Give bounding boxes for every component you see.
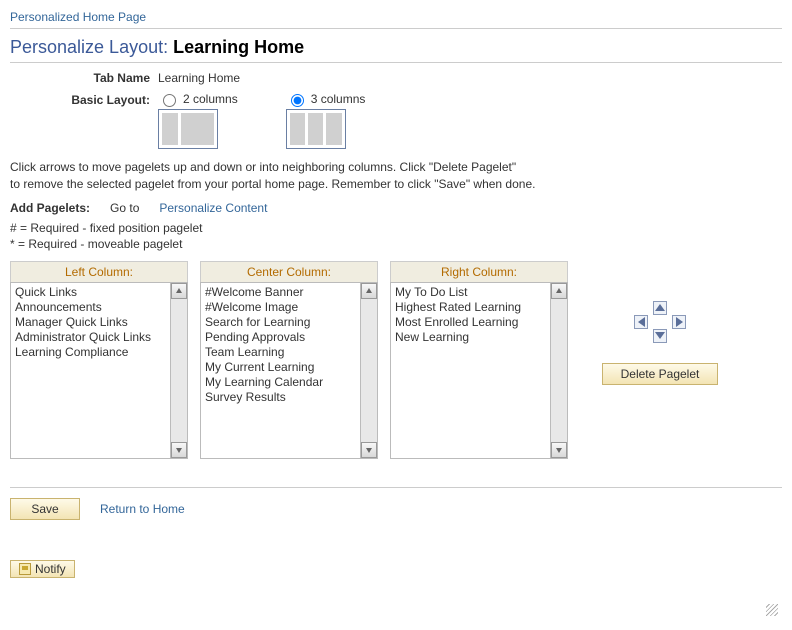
layout-option-2col[interactable]: 2 columns (158, 91, 238, 149)
scroll-up-icon[interactable] (551, 283, 567, 299)
left-column-list[interactable]: Quick LinksAnnouncementsManager Quick Li… (11, 283, 170, 458)
list-item[interactable]: My Current Learning (205, 360, 356, 375)
left-column-header: Left Column: (10, 261, 188, 282)
list-item[interactable]: #Welcome Banner (205, 285, 356, 300)
center-column-header: Center Column: (200, 261, 378, 282)
list-item[interactable]: Pending Approvals (205, 330, 356, 345)
instructions-line1: Click arrows to move pagelets up and dow… (10, 159, 782, 176)
radio-2-columns[interactable] (163, 94, 176, 107)
scroll-down-icon[interactable] (551, 442, 567, 458)
scroll-down-icon[interactable] (171, 442, 187, 458)
right-column-list[interactable]: My To Do ListHighest Rated LearningMost … (391, 283, 550, 458)
delete-pagelet-button[interactable]: Delete Pagelet (602, 363, 719, 385)
tab-name-label: Tab Name (10, 71, 158, 85)
list-item[interactable]: Learning Compliance (15, 345, 166, 360)
page-title-sub: Learning Home (173, 37, 304, 57)
radio-3-columns[interactable] (291, 94, 304, 107)
list-item[interactable]: My To Do List (395, 285, 546, 300)
scroll-down-icon[interactable] (361, 442, 377, 458)
save-button[interactable]: Save (10, 498, 80, 520)
instructions-line2: to remove the selected pagelet from your… (10, 176, 782, 193)
list-item[interactable]: Manager Quick Links (15, 315, 166, 330)
divider (10, 62, 782, 63)
scrollbar[interactable] (550, 283, 567, 458)
resize-grip-icon[interactable] (766, 604, 778, 616)
list-item[interactable]: Highest Rated Learning (395, 300, 546, 315)
list-item[interactable]: Search for Learning (205, 315, 356, 330)
list-item[interactable]: New Learning (395, 330, 546, 345)
radio-2-columns-label: 2 columns (183, 92, 238, 106)
scroll-up-icon[interactable] (361, 283, 377, 299)
right-column-header: Right Column: (390, 261, 568, 282)
personalize-content-link[interactable]: Personalize Content (159, 201, 267, 215)
list-item[interactable]: Team Learning (205, 345, 356, 360)
radio-3-columns-label: 3 columns (311, 92, 366, 106)
page-title: Personalize Layout: Learning Home (10, 37, 782, 58)
tab-name-value: Learning Home (158, 71, 240, 85)
list-item[interactable]: Most Enrolled Learning (395, 315, 546, 330)
list-item[interactable]: Administrator Quick Links (15, 330, 166, 345)
list-item[interactable]: Quick Links (15, 285, 166, 300)
list-item[interactable]: #Welcome Image (205, 300, 356, 315)
notify-button[interactable]: Notify (10, 560, 75, 578)
move-right-button[interactable] (672, 315, 686, 329)
list-item[interactable]: Survey Results (205, 390, 356, 405)
divider (10, 28, 782, 29)
basic-layout-label: Basic Layout: (10, 91, 158, 107)
scroll-up-icon[interactable] (171, 283, 187, 299)
page-title-lead: Personalize Layout: (10, 37, 168, 57)
left-column-box: Left Column: Quick LinksAnnouncementsMan… (10, 261, 188, 459)
divider (10, 487, 782, 488)
scrollbar[interactable] (170, 283, 187, 458)
layout-option-3col[interactable]: 3 columns (286, 91, 366, 149)
center-column-box: Center Column: #Welcome Banner#Welcome I… (200, 261, 378, 459)
move-up-button[interactable] (653, 301, 667, 315)
layout-2col-icon (158, 109, 218, 149)
notify-label: Notify (35, 562, 66, 576)
move-dpad (634, 301, 686, 343)
legend-moveable: * = Required - moveable pagelet (10, 237, 782, 251)
center-column-list[interactable]: #Welcome Banner#Welcome ImageSearch for … (201, 283, 360, 458)
instructions: Click arrows to move pagelets up and dow… (10, 159, 782, 193)
goto-label: Go to (110, 201, 139, 215)
move-down-button[interactable] (653, 329, 667, 343)
move-left-button[interactable] (634, 315, 648, 329)
list-item[interactable]: My Learning Calendar (205, 375, 356, 390)
notify-icon (19, 563, 31, 575)
legend-fixed: # = Required - fixed position pagelet (10, 221, 782, 235)
breadcrumb[interactable]: Personalized Home Page (10, 10, 782, 24)
right-column-box: Right Column: My To Do ListHighest Rated… (390, 261, 568, 459)
scrollbar[interactable] (360, 283, 377, 458)
list-item[interactable]: Announcements (15, 300, 166, 315)
layout-3col-icon (286, 109, 346, 149)
add-pagelets-label: Add Pagelets: (10, 201, 90, 215)
return-home-link[interactable]: Return to Home (100, 502, 185, 516)
